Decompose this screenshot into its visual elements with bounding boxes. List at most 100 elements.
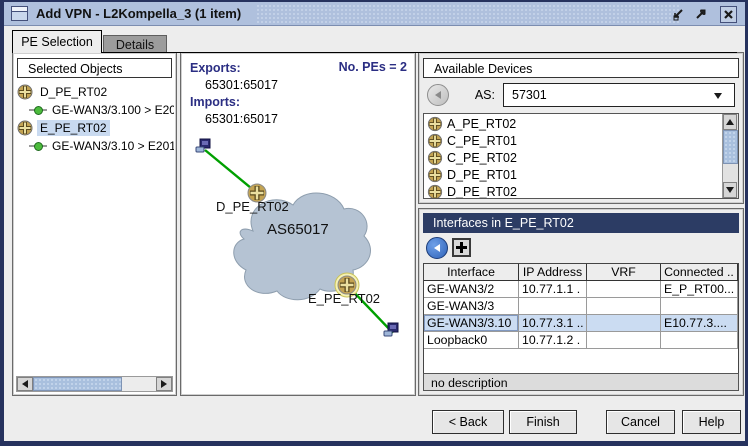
as-value: 57301	[512, 88, 547, 102]
add-interface-button[interactable]	[452, 238, 471, 257]
scrollbar-thumb[interactable]	[723, 130, 738, 164]
finish-button[interactable]: Finish	[509, 410, 577, 434]
device-row[interactable]: C_PE_RT02	[425, 149, 721, 166]
node-label-d: D_PE_RT02	[216, 199, 289, 214]
imports-value: 65301:65017	[190, 111, 278, 128]
node-label-e: E_PE_RT02	[308, 291, 380, 306]
route-targets: Exports: 65301:65017 Imports: 65301:6501…	[190, 60, 278, 128]
column-header[interactable]: IP Address	[519, 264, 587, 281]
link-green-d	[205, 150, 257, 193]
add-vpn-dialog: Add VPN - L2Kompella_3 (1 item) PE Selec…	[0, 0, 748, 446]
router-icon	[17, 84, 33, 100]
back-arrow-icon[interactable]	[426, 237, 448, 259]
selected-objects-panel: Selected Objects D_PE_RT02 GE-WAN3/3.100…	[12, 52, 177, 396]
interfaces-header: Interfaces in E_PE_RT02	[423, 213, 739, 233]
device-list: A_PE_RT02 C_PE_RT01 C_PE_RT02 D_PE_RT01 …	[423, 113, 739, 199]
table-row-selected[interactable]: GE-WAN3/3.10 10.77.3.1 .. E10.77.3....	[424, 315, 738, 332]
cell-connected: E_P_RT00...	[661, 281, 738, 298]
interfaces-table: Interface IP Address VRF Connected .. GE…	[423, 263, 739, 377]
window-icon	[11, 6, 28, 21]
device-rows: A_PE_RT02 C_PE_RT01 C_PE_RT02 D_PE_RT01 …	[425, 115, 721, 198]
cell-interface: GE-WAN3/2	[424, 281, 519, 298]
cell-interface: GE-WAN3/3	[424, 298, 519, 315]
cell-connected	[661, 332, 738, 349]
table-header-row[interactable]: Interface IP Address VRF Connected ..	[424, 264, 738, 281]
cell-vrf	[587, 315, 661, 332]
chevron-down-icon	[714, 93, 722, 99]
cell-interface: Loopback0	[424, 332, 519, 349]
as-label: AS:	[465, 88, 495, 102]
available-devices-panel: Available Devices AS: 57301 A_PE_RT02 C_…	[418, 52, 744, 204]
description-status: no description	[423, 373, 739, 391]
help-button[interactable]: Help	[682, 410, 741, 434]
scroll-up-icon[interactable]	[723, 114, 737, 130]
content-divider	[12, 52, 737, 53]
devices-toolbar: AS: 57301	[419, 81, 743, 111]
table-row[interactable]: GE-WAN3/3	[424, 298, 738, 315]
router-icon	[427, 133, 442, 148]
titlebar-texture	[256, 4, 679, 23]
back-arrow-icon[interactable]	[427, 84, 449, 106]
workstation-icon[interactable]	[196, 139, 210, 152]
tree-item-d-pe-rt02[interactable]: D_PE_RT02	[15, 83, 174, 101]
device-list-scrollbar[interactable]	[722, 114, 738, 198]
column-header[interactable]: Connected ..	[661, 264, 738, 281]
cell-connected: E10.77.3....	[661, 315, 738, 332]
tree-item-label-selected: E_PE_RT02	[37, 120, 110, 136]
cell-vrf	[587, 281, 661, 298]
selected-objects-tree: D_PE_RT02 GE-WAN3/3.100 > E201 E_PE_RT02…	[15, 83, 174, 373]
device-label: C_PE_RT01	[447, 134, 517, 148]
router-icon	[17, 120, 33, 136]
interface-icon	[29, 142, 47, 150]
device-row[interactable]: D_PE_RT02	[425, 183, 721, 198]
cell-vrf	[587, 298, 661, 315]
scroll-right-icon[interactable]	[156, 377, 172, 391]
as-combobox[interactable]: 57301	[503, 83, 735, 107]
device-label: D_PE_RT02	[447, 185, 517, 199]
scroll-down-icon[interactable]	[723, 182, 737, 198]
tab-pe-selection[interactable]: PE Selection	[12, 30, 102, 53]
topology-panel: Exports: 65301:65017 Imports: 65301:6501…	[180, 52, 416, 396]
cancel-button[interactable]: Cancel	[606, 410, 675, 434]
device-row[interactable]: D_PE_RT01	[425, 166, 721, 183]
window-title: Add VPN - L2Kompella_3 (1 item)	[36, 6, 241, 21]
cell-ip: 10.77.1.2 .	[519, 332, 587, 349]
pe-count: No. PEs = 2	[339, 60, 407, 74]
scrollbar-track[interactable]	[33, 377, 156, 391]
tree-item-ge-wan3-3-10[interactable]: GE-WAN3/3.10 > E201.	[15, 137, 174, 155]
device-row[interactable]: A_PE_RT02	[425, 115, 721, 132]
column-header[interactable]: VRF	[587, 264, 661, 281]
close-icon[interactable]	[720, 6, 737, 23]
maximize-icon[interactable]	[692, 6, 709, 23]
table-row[interactable]: Loopback0 10.77.1.2 .	[424, 332, 738, 349]
scrollbar-track[interactable]	[723, 130, 738, 182]
router-icon	[427, 167, 442, 182]
device-row[interactable]: C_PE_RT01	[425, 132, 721, 149]
tree-item-e-pe-rt02[interactable]: E_PE_RT02	[15, 119, 174, 137]
tree-item-label: GE-WAN3/3.10 > E201.	[49, 138, 174, 154]
interface-icon	[29, 106, 47, 114]
tab-details[interactable]: Details	[103, 35, 167, 53]
cell-ip: 10.77.3.1 ..	[519, 315, 587, 332]
available-devices-header: Available Devices	[423, 58, 739, 78]
interfaces-panel: Interfaces in E_PE_RT02 Interface IP Add…	[418, 208, 744, 396]
table-row[interactable]: GE-WAN3/2 10.77.1.1 . E_P_RT00...	[424, 281, 738, 298]
minimize-icon[interactable]	[670, 6, 687, 23]
scrollbar-thumb[interactable]	[33, 377, 122, 391]
device-label: C_PE_RT02	[447, 151, 517, 165]
router-icon	[427, 184, 442, 198]
back-button[interactable]: < Back	[432, 410, 504, 434]
cell-connected	[661, 298, 738, 315]
plus-icon	[456, 242, 467, 253]
selected-objects-header: Selected Objects	[17, 58, 172, 78]
router-icon	[427, 116, 442, 131]
scroll-left-icon[interactable]	[17, 377, 33, 391]
tree-item-ge-wan3-3-100[interactable]: GE-WAN3/3.100 > E201	[15, 101, 174, 119]
title-bar[interactable]: Add VPN - L2Kompella_3 (1 item)	[4, 2, 745, 26]
device-label: D_PE_RT01	[447, 168, 517, 182]
tree-item-label: D_PE_RT02	[37, 84, 110, 100]
column-header[interactable]: Interface	[424, 264, 519, 281]
tree-item-label: GE-WAN3/3.100 > E201	[49, 102, 174, 118]
tree-horizontal-scrollbar[interactable]	[16, 376, 173, 392]
imports-label: Imports:	[190, 94, 278, 111]
